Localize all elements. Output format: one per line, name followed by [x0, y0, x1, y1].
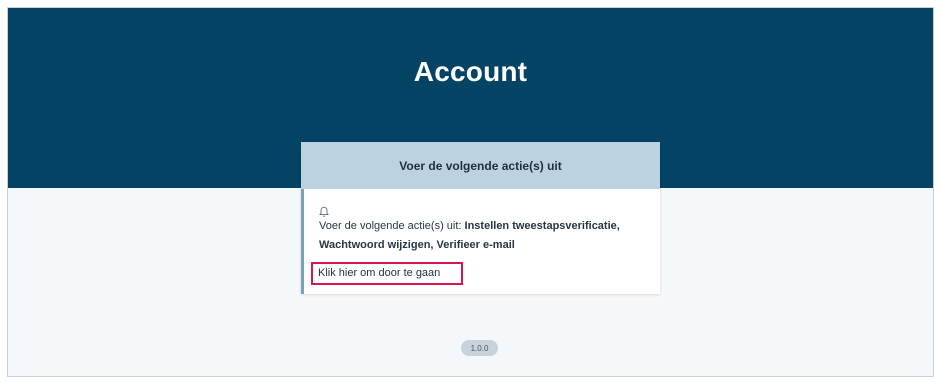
card-body: Voer de volgende actie(s) uit: Instellen… [301, 189, 660, 294]
message-prefix: Voer de volgende actie(s) uit: [319, 220, 465, 232]
continue-link-highlight: Klik hier om door te gaan [311, 262, 463, 285]
card-title: Voer de volgende actie(s) uit [301, 142, 660, 189]
required-actions-message: Voer de volgende actie(s) uit: Instellen… [319, 217, 639, 255]
page-title: Account [413, 56, 528, 87]
continue-link[interactable]: Klik hier om door te gaan [318, 267, 440, 279]
required-actions-card: Voer de volgende actie(s) uit Voer de vo… [301, 142, 660, 294]
page-frame: Account Voer de volgende actie(s) uit Vo… [7, 7, 934, 377]
version-badge: 1.0.0 [461, 340, 498, 356]
